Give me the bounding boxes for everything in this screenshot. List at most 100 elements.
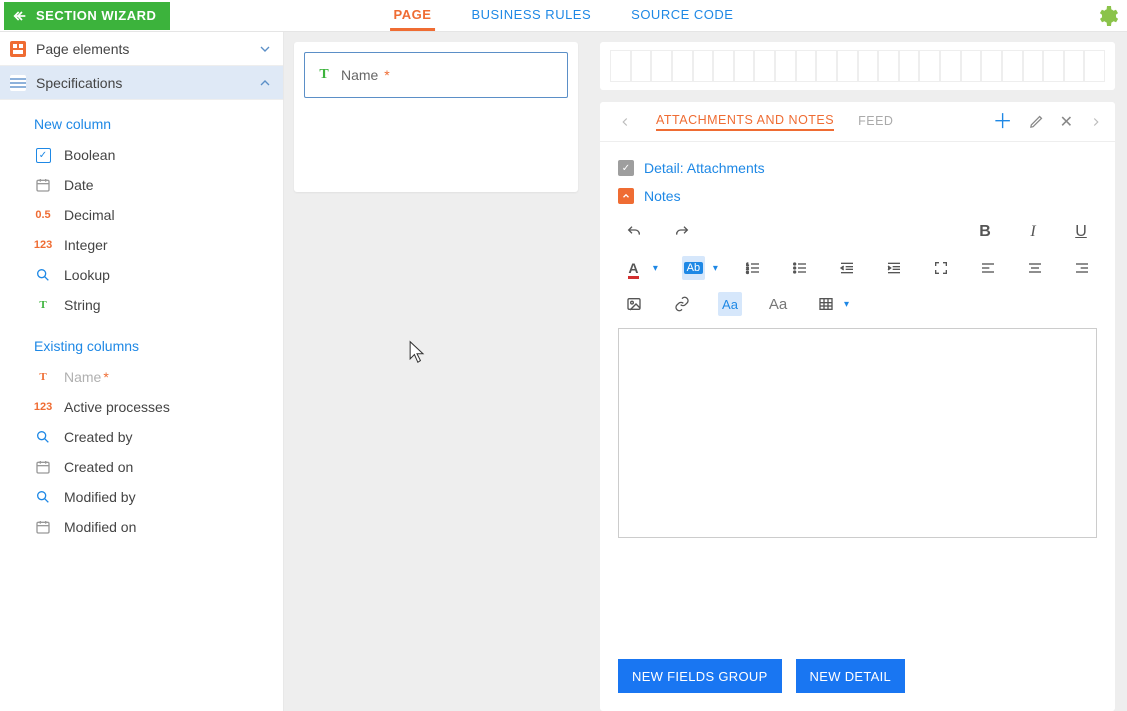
rte-ol-icon[interactable]: 123 [742, 256, 765, 280]
rte-image-icon[interactable] [622, 292, 646, 316]
panel-tab-feed[interactable]: FEED [858, 114, 893, 130]
newcol-boolean-label: Boolean [64, 147, 115, 163]
sidebar-group-specifications[interactable]: Specifications [0, 66, 283, 100]
string-icon: T [34, 368, 52, 386]
checkbox-icon: ✓ [618, 160, 634, 176]
bottom-buttons: NEW FIELDS GROUP NEW DETAIL [600, 645, 1115, 711]
add-tab-icon[interactable]: ＋ [993, 112, 1013, 132]
page-elements-icon [10, 41, 26, 57]
rte-align-right-icon[interactable] [1070, 256, 1093, 280]
date-icon [34, 176, 52, 194]
top-bar: SECTION WIZARD PAGE BUSINESS RULES SOURC… [0, 0, 1127, 32]
page-elements-label: Page elements [36, 41, 129, 57]
existcol-created-by[interactable]: Created by [34, 422, 283, 452]
rte-underline-icon[interactable]: U [1069, 220, 1093, 244]
sidebar-group-page-elements[interactable]: Page elements [0, 32, 283, 66]
gear-icon[interactable] [1095, 4, 1119, 28]
specifications-label: Specifications [36, 75, 122, 91]
integer-icon: 123 [34, 398, 52, 416]
string-icon: T [34, 296, 52, 314]
newcol-date-label: Date [64, 177, 94, 193]
rte-italic-icon[interactable]: I [1021, 220, 1045, 244]
newcol-integer-label: Integer [64, 237, 108, 253]
canvas-area[interactable]: T Name * [284, 32, 588, 711]
newcol-string[interactable]: T String [34, 290, 283, 320]
field-name[interactable]: T Name * [304, 52, 568, 98]
newcol-integer[interactable]: 123 Integer [34, 230, 283, 260]
rte-undo-icon[interactable] [622, 220, 646, 244]
rte-text-color-icon[interactable]: A [622, 256, 645, 280]
required-star-icon: * [384, 67, 389, 83]
rte-align-left-icon[interactable] [976, 256, 999, 280]
top-tabs: PAGE BUSINESS RULES SOURCE CODE [390, 0, 738, 31]
decimal-icon: 0.5 [34, 206, 52, 224]
existcol-created-on[interactable]: Created on [34, 452, 283, 482]
rte-link-icon[interactable] [670, 292, 694, 316]
newcol-string-label: String [64, 297, 101, 313]
rte-editor[interactable] [618, 328, 1097, 538]
tab-scroll-right[interactable] [1089, 115, 1103, 129]
existcol-name-label: Name [64, 369, 101, 385]
newcol-lookup[interactable]: Lookup [34, 260, 283, 290]
date-icon [34, 518, 52, 536]
rte-table-dropdown-icon[interactable]: ▾ [844, 299, 849, 310]
field-name-label: Name [341, 67, 378, 83]
section-wizard-label: SECTION WIZARD [36, 8, 156, 23]
chevron-down-icon [257, 41, 273, 57]
lookup-icon [34, 266, 52, 284]
rte-table-icon[interactable] [814, 292, 838, 316]
tab-scroll-left[interactable] [618, 115, 632, 129]
new-column-title: New column [34, 108, 283, 140]
newcol-decimal[interactable]: 0.5 Decimal [34, 200, 283, 230]
newcol-date[interactable]: Date [34, 170, 283, 200]
rte-bold-icon[interactable]: B [973, 220, 997, 244]
tab-page[interactable]: PAGE [390, 0, 436, 31]
existcol-created-by-label: Created by [64, 429, 132, 445]
rte-ul-icon[interactable] [789, 256, 812, 280]
existcol-modified-by[interactable]: Modified by [34, 482, 283, 512]
section-wizard-back-button[interactable]: SECTION WIZARD [4, 2, 170, 30]
rte-fullscreen-icon[interactable] [929, 256, 952, 280]
sidebar: Page elements Specifications New column … [0, 32, 284, 711]
rte-outdent-icon[interactable] [836, 256, 859, 280]
edit-tab-icon[interactable] [1029, 114, 1044, 129]
string-icon: T [315, 66, 333, 84]
rte-toolbar: B I U A ▾ Ab ▾ 123 [618, 218, 1097, 318]
existcol-active-processes-label: Active processes [64, 399, 170, 415]
tab-business-rules[interactable]: BUSINESS RULES [467, 0, 595, 31]
existing-columns-title: Existing columns [34, 330, 283, 362]
existcol-modified-on[interactable]: Modified on [34, 512, 283, 542]
lookup-icon [34, 428, 52, 446]
layout-grid-placeholder[interactable] [600, 42, 1115, 90]
arrow-left-icon [12, 8, 28, 24]
specifications-body: New column ✓ Boolean Date 0.5 Decimal 12… [0, 100, 283, 562]
new-detail-button[interactable]: NEW DETAIL [796, 659, 906, 693]
rte-indent-icon[interactable] [883, 256, 906, 280]
existcol-modified-on-label: Modified on [64, 519, 136, 535]
boolean-icon: ✓ [36, 148, 51, 163]
existcol-modified-by-label: Modified by [64, 489, 136, 505]
existcol-name[interactable]: T Name* [34, 362, 283, 392]
existcol-active-processes[interactable]: 123 Active processes [34, 392, 283, 422]
rte-align-center-icon[interactable] [1023, 256, 1046, 280]
rte-font-size-large-icon[interactable]: Aa [766, 292, 790, 316]
close-tab-icon[interactable]: ✕ [1060, 112, 1073, 132]
rte-font-size-small-icon[interactable]: Aa [718, 292, 742, 316]
fields-card[interactable]: T Name * [294, 42, 578, 192]
rte-text-color-dropdown-icon[interactable]: ▾ [653, 263, 658, 274]
detail-notes[interactable]: Notes [618, 182, 1097, 210]
tab-source-code[interactable]: SOURCE CODE [627, 0, 737, 31]
required-star-icon: * [103, 369, 108, 385]
rte-highlight-icon[interactable]: Ab [682, 256, 705, 280]
rte-redo-icon[interactable] [670, 220, 694, 244]
rte-highlight-dropdown-icon[interactable]: ▾ [713, 263, 718, 274]
panel-tabs: ATTACHMENTS AND NOTES FEED ＋ ✕ [600, 102, 1115, 142]
existcol-created-on-label: Created on [64, 459, 133, 475]
chevron-up-icon [618, 188, 634, 204]
detail-attachments[interactable]: ✓ Detail: Attachments [618, 154, 1097, 182]
integer-icon: 123 [34, 236, 52, 254]
newcol-boolean[interactable]: ✓ Boolean [34, 140, 283, 170]
panel-body: ✓ Detail: Attachments Notes [600, 142, 1115, 645]
new-fields-group-button[interactable]: NEW FIELDS GROUP [618, 659, 782, 693]
panel-tab-attachments[interactable]: ATTACHMENTS AND NOTES [656, 113, 834, 131]
